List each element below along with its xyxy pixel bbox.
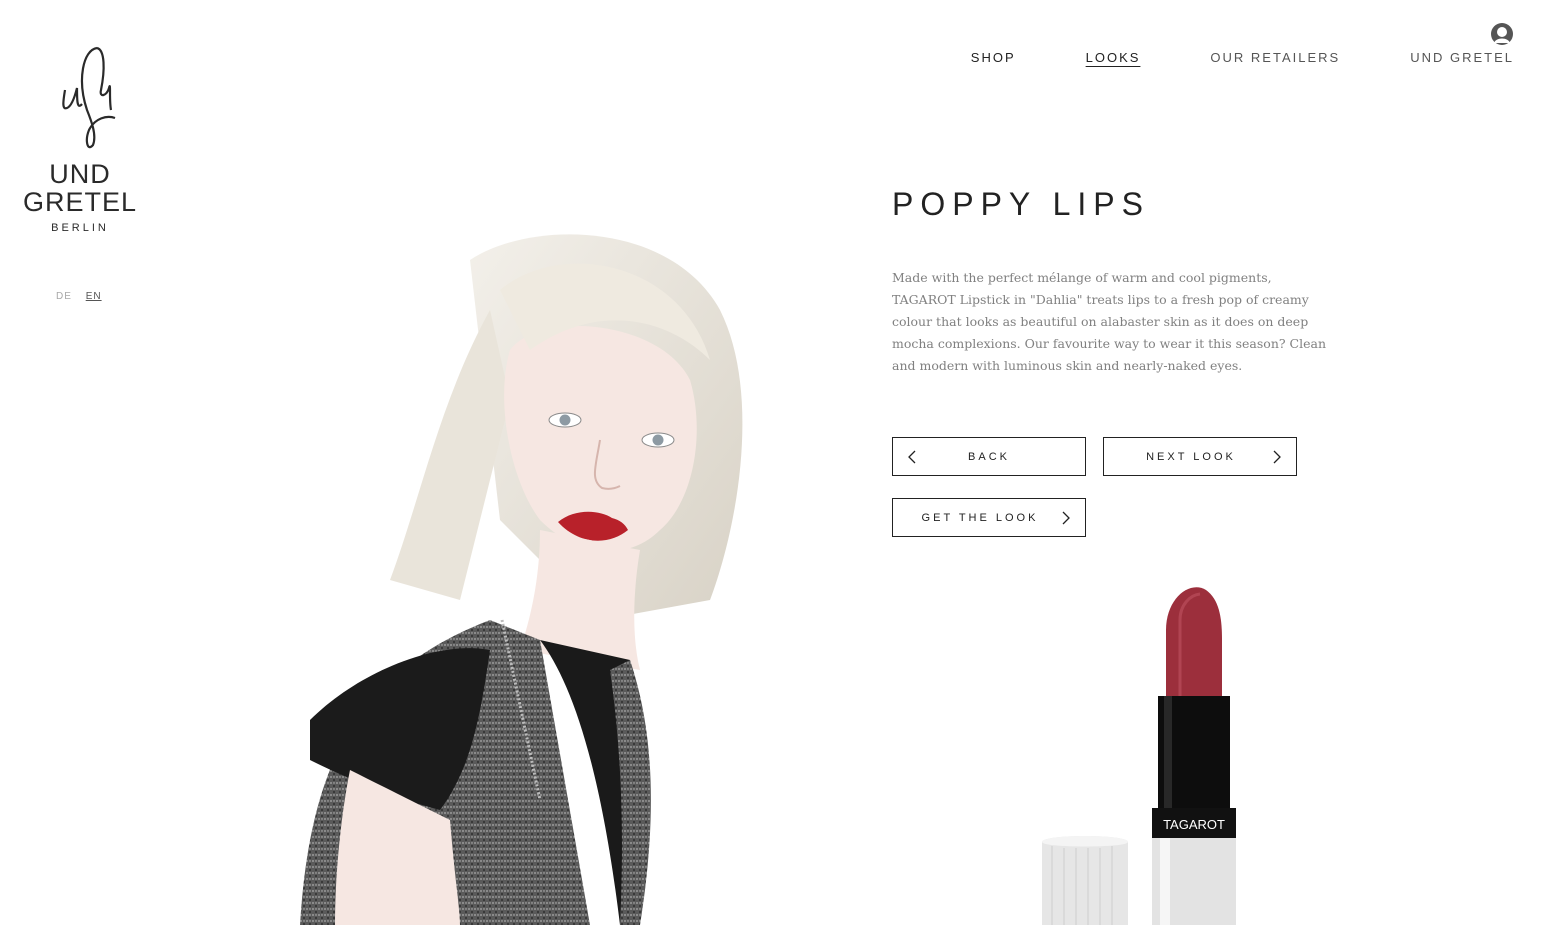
chevron-right-icon: [1062, 511, 1070, 525]
nav-retailers[interactable]: OUR RETAILERS: [1210, 50, 1340, 65]
language-switcher: DE EN: [56, 291, 112, 302]
look-content: POPPY LIPS Made with the perfect mélange…: [892, 186, 1342, 377]
brand-gretel: GRETEL: [22, 187, 138, 217]
brand-logo[interactable]: UND GRETEL BERLIN: [10, 40, 150, 234]
look-description: Made with the perfect mélange of warm an…: [892, 270, 1327, 373]
next-look-button[interactable]: NEXT LOOK: [1103, 437, 1297, 476]
next-look-button-label: NEXT LOOK: [1146, 450, 1236, 463]
lang-de[interactable]: DE: [56, 291, 72, 302]
lipstick-brand-label: TAGAROT: [1163, 817, 1225, 832]
back-button[interactable]: BACK: [892, 437, 1086, 476]
look-title: POPPY LIPS: [892, 186, 1150, 222]
lipstick-product-image[interactable]: TAGAROT: [1030, 580, 1260, 925]
chevron-left-icon: [908, 450, 916, 464]
brand-und: UND: [49, 159, 111, 189]
get-the-look-button[interactable]: GET THE LOOK: [892, 498, 1086, 537]
monogram-logo: [62, 46, 116, 149]
main-nav: SHOP LOOKS OUR RETAILERS UND GRETEL: [971, 50, 1514, 65]
page: UND GRETEL BERLIN DE EN SHOP LOOKS OUR R…: [0, 0, 1559, 925]
lang-en[interactable]: EN: [86, 291, 102, 302]
chevron-right-icon: [1273, 450, 1281, 464]
nav-und-gretel[interactable]: UND GRETEL: [1410, 50, 1514, 65]
user-icon[interactable]: [1490, 23, 1514, 45]
brand-berlin: BERLIN: [51, 222, 109, 234]
get-the-look-button-label: GET THE LOOK: [921, 511, 1039, 524]
nav-looks[interactable]: LOOKS: [1086, 50, 1141, 65]
nav-shop[interactable]: SHOP: [971, 50, 1016, 65]
model-photo: [300, 234, 743, 925]
back-button-label: BACK: [968, 450, 1010, 463]
